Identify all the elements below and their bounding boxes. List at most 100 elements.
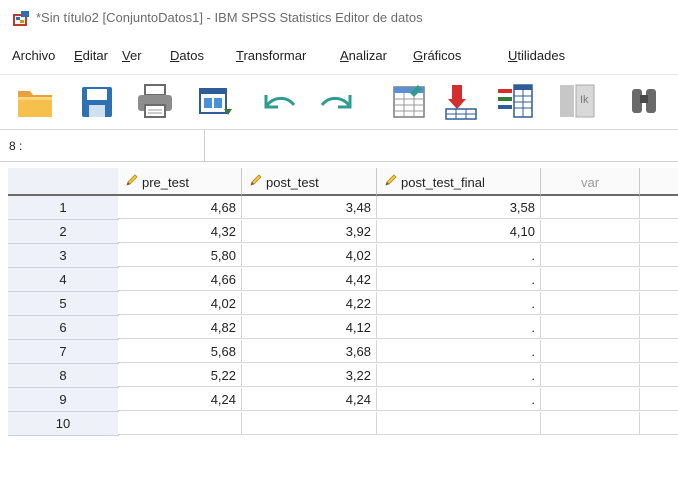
row-number[interactable]: 6 xyxy=(8,316,119,340)
scale-measure-icon xyxy=(125,173,139,190)
column-header-pre-test[interactable]: pre_test xyxy=(118,168,242,196)
data-cell[interactable]: 4,02 xyxy=(118,292,242,315)
data-cell[interactable] xyxy=(541,292,640,315)
data-cell[interactable]: . xyxy=(377,292,541,315)
cell-value-input[interactable] xyxy=(206,134,670,158)
save-icon[interactable] xyxy=(74,79,120,123)
table-row: 2 4,32 3,92 4,10 xyxy=(0,220,678,244)
row-number[interactable]: 2 xyxy=(8,220,119,244)
data-cell[interactable] xyxy=(640,220,678,243)
data-cell[interactable]: 4,42 xyxy=(242,268,377,291)
data-cell[interactable] xyxy=(640,268,678,291)
variables-icon[interactable] xyxy=(494,79,540,123)
data-cell[interactable]: 3,22 xyxy=(242,364,377,387)
data-cell[interactable] xyxy=(640,292,678,315)
row-number[interactable]: 1 xyxy=(8,196,119,220)
spss-app-icon xyxy=(13,11,29,26)
row-number[interactable]: 7 xyxy=(8,340,119,364)
table-row: 10 xyxy=(0,412,678,436)
data-cell[interactable]: . xyxy=(377,364,541,387)
row-number[interactable]: 9 xyxy=(8,388,119,412)
table-row: 5 4,02 4,22. xyxy=(0,292,678,316)
scale-measure-icon xyxy=(384,173,398,190)
data-cell[interactable]: 4,24 xyxy=(118,388,242,411)
data-cell[interactable]: 3,48 xyxy=(242,196,377,219)
column-header-post-test-final[interactable]: post_test_final xyxy=(377,168,541,196)
menu-editar[interactable]: Editar xyxy=(74,48,108,63)
row-number[interactable]: 3 xyxy=(8,244,119,268)
data-cell[interactable] xyxy=(541,340,640,363)
data-cell[interactable]: 3,58 xyxy=(377,196,541,219)
data-cell[interactable]: 5,22 xyxy=(118,364,242,387)
data-cell[interactable] xyxy=(541,244,640,267)
data-cell[interactable] xyxy=(541,196,640,219)
data-cell[interactable]: . xyxy=(377,244,541,267)
open-folder-icon[interactable] xyxy=(12,79,58,123)
cell-editor-divider xyxy=(204,130,205,161)
column-header-label: post_test xyxy=(266,175,319,190)
data-cell[interactable]: . xyxy=(377,340,541,363)
menu-transformar[interactable]: Transformar xyxy=(236,48,306,63)
data-cell[interactable]: 5,68 xyxy=(118,340,242,363)
find-icon[interactable] xyxy=(624,79,670,123)
data-cell[interactable]: 4,02 xyxy=(242,244,377,267)
data-cell[interactable] xyxy=(118,412,242,435)
data-cell[interactable]: 4,66 xyxy=(118,268,242,291)
row-number[interactable]: 8 xyxy=(8,364,119,388)
row-number[interactable]: 5 xyxy=(8,292,119,316)
data-cell[interactable] xyxy=(541,268,640,291)
menu-graficos[interactable]: Gráficos xyxy=(413,48,461,63)
print-icon[interactable] xyxy=(132,79,178,123)
data-cell[interactable] xyxy=(377,412,541,435)
data-cell[interactable]: 5,80 xyxy=(118,244,242,267)
data-cell[interactable] xyxy=(640,316,678,339)
cell-editor-bar: 8 : xyxy=(0,130,678,162)
menu-analizar[interactable]: Analizar xyxy=(340,48,387,63)
menu-utilidades[interactable]: Utilidades xyxy=(508,48,565,63)
data-cell[interactable] xyxy=(640,340,678,363)
data-cell[interactable]: 4,32 xyxy=(118,220,242,243)
data-cell[interactable]: . xyxy=(377,316,541,339)
data-cell[interactable]: 4,12 xyxy=(242,316,377,339)
value-labels-icon[interactable]: Ik xyxy=(556,79,602,123)
data-cell[interactable] xyxy=(541,412,640,435)
goto-variable-icon[interactable] xyxy=(440,79,486,123)
data-cell[interactable] xyxy=(541,388,640,411)
row-number[interactable]: 4 xyxy=(8,268,119,292)
data-cell[interactable] xyxy=(640,364,678,387)
data-cell[interactable]: 4,22 xyxy=(242,292,377,315)
data-cell[interactable] xyxy=(640,388,678,411)
data-cell[interactable]: 4,10 xyxy=(377,220,541,243)
grid-corner[interactable] xyxy=(8,168,119,196)
column-header-post-test[interactable]: post_test xyxy=(242,168,377,196)
undo-icon[interactable] xyxy=(256,79,302,123)
data-cell[interactable] xyxy=(541,364,640,387)
data-cell[interactable]: 4,82 xyxy=(118,316,242,339)
cell-reference: 8 : xyxy=(9,139,23,153)
data-cell[interactable] xyxy=(640,412,678,435)
data-cell[interactable] xyxy=(640,244,678,267)
table-row: 6 4,82 4,12. xyxy=(0,316,678,340)
menu-datos[interactable]: Datos xyxy=(170,48,204,63)
table-row: 8 5,22 3,22. xyxy=(0,364,678,388)
window-title: *Sin título2 [ConjuntoDatos1] - IBM SPSS… xyxy=(36,10,423,25)
data-cell[interactable]: 3,92 xyxy=(242,220,377,243)
data-cell[interactable]: . xyxy=(377,388,541,411)
data-cell[interactable] xyxy=(541,220,640,243)
data-cell[interactable]: 4,24 xyxy=(242,388,377,411)
data-cell[interactable]: . xyxy=(377,268,541,291)
data-cell[interactable] xyxy=(640,196,678,219)
data-cell[interactable]: 3,68 xyxy=(242,340,377,363)
goto-case-icon[interactable] xyxy=(388,79,434,123)
column-header-empty[interactable]: var xyxy=(541,168,640,196)
column-header-empty[interactable] xyxy=(640,168,678,196)
menu-archivo[interactable]: Archivo xyxy=(12,48,55,63)
data-cell[interactable]: 4,68 xyxy=(118,196,242,219)
redo-icon[interactable] xyxy=(314,79,360,123)
data-grid: pre_test post_test post_test_final var 1 4,6… xyxy=(0,168,678,482)
data-cell[interactable] xyxy=(242,412,377,435)
dialog-recall-icon[interactable] xyxy=(192,79,238,123)
menu-ver[interactable]: Ver xyxy=(122,48,142,63)
data-cell[interactable] xyxy=(541,316,640,339)
row-number[interactable]: 10 xyxy=(8,412,119,436)
